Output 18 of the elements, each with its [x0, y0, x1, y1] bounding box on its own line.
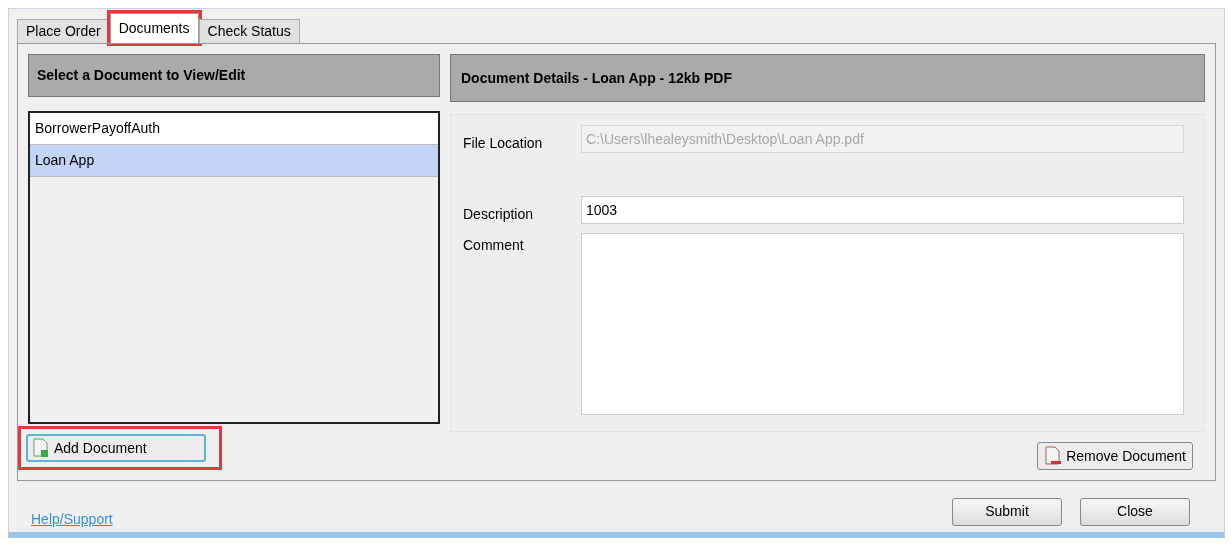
document-remove-icon [1044, 446, 1063, 466]
field-label: Comment [462, 236, 525, 255]
remove-document-button[interactable]: Remove Document [1037, 442, 1193, 470]
panel-header: Select a Document to View/Edit [28, 54, 440, 98]
comment-field[interactable] [581, 233, 1184, 415]
dialog-button[interactable]: Close [1080, 497, 1190, 526]
tab[interactable]: Place Order [17, 19, 110, 43]
dialog-button[interactable]: Submit [952, 497, 1062, 526]
document-list-item[interactable]: BorrowerPayoffAuth [30, 113, 438, 146]
tab[interactable]: Check Status [198, 19, 300, 43]
description-field[interactable]: 1003 [581, 196, 1184, 224]
document-add-icon [32, 438, 50, 458]
field-label: File Location [462, 134, 544, 153]
add-document-button[interactable]: Add Document [26, 434, 206, 462]
field-label: Description [462, 205, 535, 224]
tab[interactable]: Documents [109, 13, 199, 43]
document-list-item[interactable]: Loan App [30, 145, 438, 178]
panel-header: Document Details - Loan App - 12kb PDF [450, 54, 1205, 102]
